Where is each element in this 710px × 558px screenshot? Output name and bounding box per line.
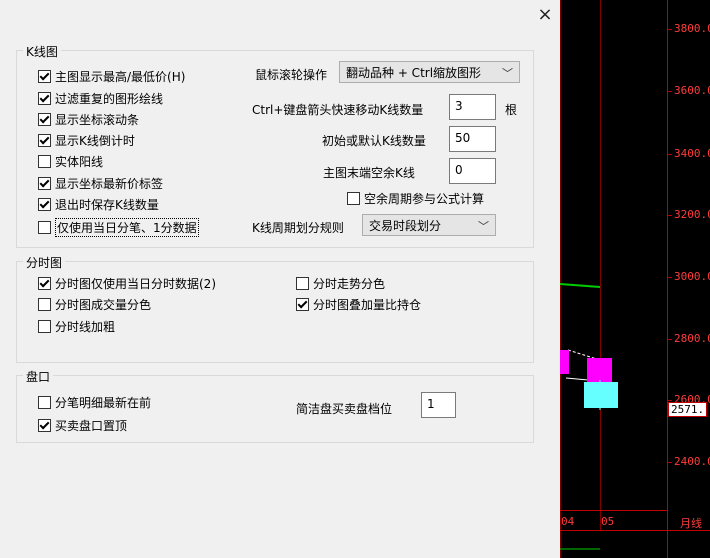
intraday-check-overlay-ratio[interactable]: 分时图叠加量比持仓 [296,296,421,313]
checkbox-label: 分时走势分色 [313,277,386,291]
checkbox-checked-icon[interactable] [296,298,309,311]
intraday-group-title: 分时图 [23,254,66,271]
checkbox-unchecked-icon[interactable] [296,277,309,290]
checkbox-unchecked-icon[interactable] [347,192,360,205]
wheel-select[interactable]: 翻动品种 + Ctrl缩放图形 ﹀ [339,61,520,83]
book-check-latest-first[interactable]: 分笔明细最新在前 [38,394,151,411]
default-count-input[interactable]: 50 [449,126,496,152]
checkbox-checked-icon[interactable] [38,70,51,83]
book-levels-input[interactable]: 1 [421,392,456,418]
time-label: 04 [561,515,575,528]
candle-down [584,382,618,408]
chevron-down-icon: ﹀ [478,220,489,233]
empty-period-check[interactable]: 空余周期参与公式计算 [347,190,484,207]
default-count-label: 初始或默认K线数量 [322,134,426,148]
ctrl-move-label: Ctrl+键盘箭头快速移动K线数量 [252,103,424,117]
empty-count-input[interactable]: 0 [449,158,496,184]
checkbox-checked-icon[interactable] [38,419,51,432]
wheel-label: 鼠标滚轮操作 [255,68,328,82]
period-rule-select[interactable]: 交易时段划分 ﹀ [362,214,496,236]
kline-check-today-only[interactable]: 仅使用当日分笔、1分数据 [38,218,199,237]
checkbox-checked-icon[interactable] [38,134,51,147]
checkbox-label: 分时图成交量分色 [55,298,152,312]
checkbox-label: 分时图仅使用当日分时数据(2) [55,277,216,291]
ctrl-move-unit: 根 [505,103,518,117]
checkbox-label: 退出时保存K线数量 [55,198,159,212]
checkbox-label: 空余周期参与公式计算 [364,192,485,206]
chevron-down-icon: ﹀ [502,67,513,80]
period-label: 月线 [680,517,702,530]
intraday-check-bold-line[interactable]: 分时线加粗 [38,318,115,335]
checkbox-label: 分笔明细最新在前 [55,396,152,410]
checkbox-label: 显示坐标最新价标签 [55,177,164,191]
kline-check-scrollbar[interactable]: 显示坐标滚动条 [38,111,139,128]
kline-check-solid-yang[interactable]: 实体阳线 [38,153,103,170]
intraday-check-volume-color[interactable]: 分时图成交量分色 [38,296,151,313]
checkbox-checked-icon[interactable] [38,198,51,211]
wheel-select-value: 翻动品种 + Ctrl缩放图形 [346,65,482,80]
kline-group-title: K线图 [23,43,61,60]
checkbox-unchecked-icon[interactable] [38,221,51,234]
book-levels-label: 简洁盘买卖盘档位 [296,402,393,416]
order-book-group-title: 盘口 [23,368,54,385]
checkbox-label: 仅使用当日分笔、1分数据 [55,218,199,237]
checkbox-unchecked-icon[interactable] [38,298,51,311]
checkbox-checked-icon[interactable] [38,177,51,190]
checkbox-label: 实体阳线 [55,155,104,169]
kline-check-filter-repeat[interactable]: 过滤重复的图形绘线 [38,90,163,107]
kline-check-save-count[interactable]: 退出时保存K线数量 [38,196,159,213]
kline-check-latest-price-tag[interactable]: 显示坐标最新价标签 [38,175,163,192]
ma-line [565,377,589,381]
checkbox-unchecked-icon[interactable] [38,155,51,168]
checkbox-label: 显示坐标滚动条 [55,113,140,127]
checkbox-checked-icon[interactable] [38,92,51,105]
intraday-check-trend-color[interactable]: 分时走势分色 [296,275,385,292]
checkbox-checked-icon[interactable] [38,113,51,126]
candle-up [560,350,569,374]
ctrl-move-input[interactable]: 3 [449,94,496,120]
checkbox-unchecked-icon[interactable] [38,396,51,409]
close-icon[interactable]: × [534,4,556,26]
period-rule-value: 交易时段划分 [369,218,442,233]
checkbox-label: 显示K线倒计时 [55,134,135,148]
empty-count-label: 主图末端空余K线 [323,166,415,180]
checkbox-checked-icon[interactable] [38,277,51,290]
kline-check-highlow[interactable]: 主图显示最高/最低价(H) [38,68,185,85]
intraday-check-today-data[interactable]: 分时图仅使用当日分时数据(2) [38,275,216,292]
checkbox-label: 主图显示最高/最低价(H) [55,70,186,84]
settings-dialog: × K线图 主图显示最高/最低价(H) 过滤重复的图形绘线 显示坐标滚动条 显示… [0,0,560,558]
checkbox-label: 买卖盘口置顶 [55,419,128,433]
checkbox-label: 分时线加粗 [55,320,116,334]
checkbox-label: 过滤重复的图形绘线 [55,92,164,106]
ma-line [559,283,601,288]
period-rule-label: K线周期划分规则 [252,221,344,235]
checkbox-label: 分时图叠加量比持仓 [313,298,422,312]
checkbox-unchecked-icon[interactable] [38,320,51,333]
kline-check-countdown[interactable]: 显示K线倒计时 [38,132,135,149]
book-check-pin-top[interactable]: 买卖盘口置顶 [38,417,127,434]
time-label: 05 [601,515,615,528]
